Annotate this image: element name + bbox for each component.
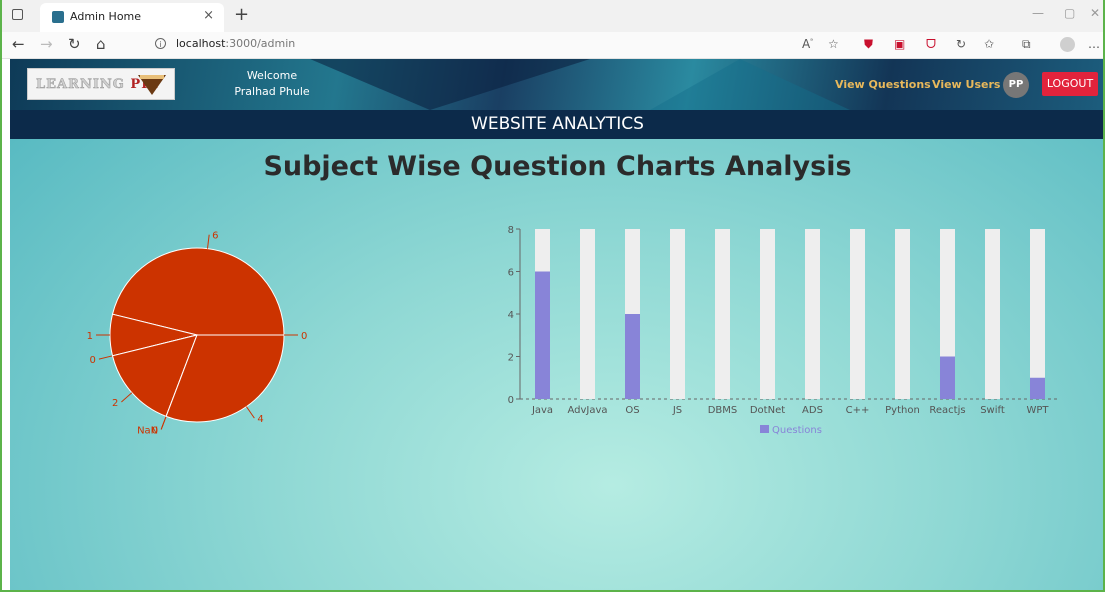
pie-slice-label: 0	[301, 331, 307, 342]
pie-slice-label: 6	[212, 231, 218, 242]
y-tick-label: 4	[508, 310, 514, 321]
x-tick-label: DBMS	[708, 405, 738, 416]
favorites-icon[interactable]: ✩	[984, 37, 994, 51]
tab-title: Admin Home	[70, 10, 142, 23]
collections-icon[interactable]: ⧉	[1022, 37, 1031, 52]
refresh-icon[interactable]: ↻	[68, 35, 81, 53]
site-header: LEARNING PIE Welcome Pralhad Phule View …	[10, 59, 1103, 110]
welcome-label: Welcome	[246, 69, 298, 82]
y-tick-label: 8	[508, 225, 514, 236]
pie-label-line	[246, 406, 255, 419]
bar-background	[850, 229, 865, 399]
x-tick-label: OS	[625, 405, 639, 416]
user-name: Pralhad Phule	[234, 85, 310, 98]
pie-label-line	[160, 416, 167, 430]
y-tick-label: 2	[508, 353, 514, 364]
favorite-star-icon[interactable]: ☆	[828, 37, 839, 51]
pie-label-line	[121, 392, 133, 403]
logo-text-learning: LEARNING	[36, 77, 125, 93]
site-info-icon[interactable]: i	[155, 38, 166, 49]
tab-favicon-icon	[52, 11, 64, 23]
x-tick-label: WPT	[1026, 405, 1049, 416]
bar-background	[895, 229, 910, 399]
x-tick-label: ADS	[802, 405, 823, 416]
header-decoration	[310, 59, 590, 110]
back-icon[interactable]: ←	[12, 35, 25, 53]
bar-background	[985, 229, 1000, 399]
x-tick-label: Swift	[980, 405, 1005, 416]
profile-icon[interactable]	[1060, 37, 1075, 52]
extension-shield-icon[interactable]: ⛊	[864, 37, 873, 52]
restore-icon[interactable]: ▢	[1064, 6, 1075, 20]
x-tick-label: JS	[672, 405, 682, 416]
bar	[535, 271, 550, 399]
x-tick-label: Python	[885, 405, 920, 416]
pie-slice-label: NaN	[137, 425, 158, 436]
legend-swatch	[760, 425, 769, 433]
extension-icon[interactable]: ↻	[956, 37, 966, 51]
pie-slice-label: 0	[90, 355, 96, 366]
avatar[interactable]: PP	[1003, 72, 1029, 98]
forward-icon[interactable]: →	[40, 35, 53, 53]
extension-record-icon[interactable]: ▣	[894, 37, 905, 51]
new-tab-icon[interactable]: +	[234, 4, 249, 25]
url-path: :3000/admin	[225, 37, 296, 50]
x-tick-label: AdvJava	[567, 405, 607, 416]
extension-pocket-icon[interactable]: ᗜ	[926, 37, 936, 52]
chart-legend: Questions	[760, 425, 822, 436]
x-tick-label: Reactjs	[929, 405, 965, 416]
y-tick-label: 6	[508, 268, 514, 279]
bar	[940, 356, 955, 399]
pie-slice-label: 1	[87, 331, 93, 342]
y-tick-label: 0	[508, 395, 514, 406]
legend-label: Questions	[772, 425, 822, 436]
more-menu-icon[interactable]: …	[1088, 37, 1100, 51]
site-logo[interactable]: LEARNING PIE	[27, 68, 175, 100]
bar-background	[670, 229, 685, 399]
x-tick-label: Java	[531, 405, 553, 416]
browser-window: Admin Home × + — ▢ ✕ ← → ↻ ⌂ i localhost…	[0, 0, 1105, 592]
pie-label-line	[98, 355, 113, 360]
url-host: localhost	[176, 37, 226, 50]
header-decoration	[650, 59, 850, 110]
logout-button[interactable]: LOGOUT	[1042, 72, 1098, 96]
bar	[1030, 377, 1045, 399]
tab-strip: Admin Home × + — ▢ ✕	[2, 0, 1103, 32]
pie-slice-label: 2	[112, 398, 118, 409]
x-tick-label: C++	[846, 405, 870, 416]
analytics-banner: WEBSITE ANALYTICS	[10, 110, 1103, 139]
x-tick-label: DotNet	[750, 405, 785, 416]
read-aloud-icon[interactable]: Aᵃ	[802, 37, 813, 51]
bar-background	[760, 229, 775, 399]
bar-background	[580, 229, 595, 399]
address-bar: ← → ↻ ⌂ i localhost:3000/admin Aᵃ ☆ ⛊ ▣ …	[2, 32, 1103, 59]
pie-label-line	[206, 234, 210, 249]
bar-background	[805, 229, 820, 399]
close-tab-icon[interactable]: ×	[203, 8, 214, 23]
page-title: Subject Wise Question Charts Analysis	[263, 151, 852, 182]
bar-chart: 0 2 4 6 8 Java AdvJava OS JS DBMS DotNet ADS C++ Pyth…	[508, 225, 1060, 436]
minimize-icon[interactable]: —	[1032, 6, 1044, 20]
welcome-message: Welcome Pralhad Phule	[212, 68, 332, 100]
view-users-link[interactable]: View Users	[932, 78, 1000, 91]
bar-background	[715, 229, 730, 399]
browser-tab[interactable]: Admin Home ×	[40, 3, 224, 32]
tab-actions-icon[interactable]	[12, 9, 23, 20]
url-field[interactable]: localhost:3000/admin	[176, 37, 295, 50]
bar-background	[1030, 229, 1045, 399]
close-window-icon[interactable]: ✕	[1090, 6, 1100, 20]
cake-icon-top	[140, 75, 164, 79]
view-questions-link[interactable]: View Questions	[835, 78, 931, 91]
home-icon[interactable]: ⌂	[96, 35, 106, 53]
bar	[625, 314, 640, 399]
pie-chart: 61020NaN40	[87, 231, 308, 437]
pie-slice-label: 4	[257, 414, 263, 425]
page-content: LEARNING PIE Welcome Pralhad Phule View …	[10, 59, 1103, 590]
